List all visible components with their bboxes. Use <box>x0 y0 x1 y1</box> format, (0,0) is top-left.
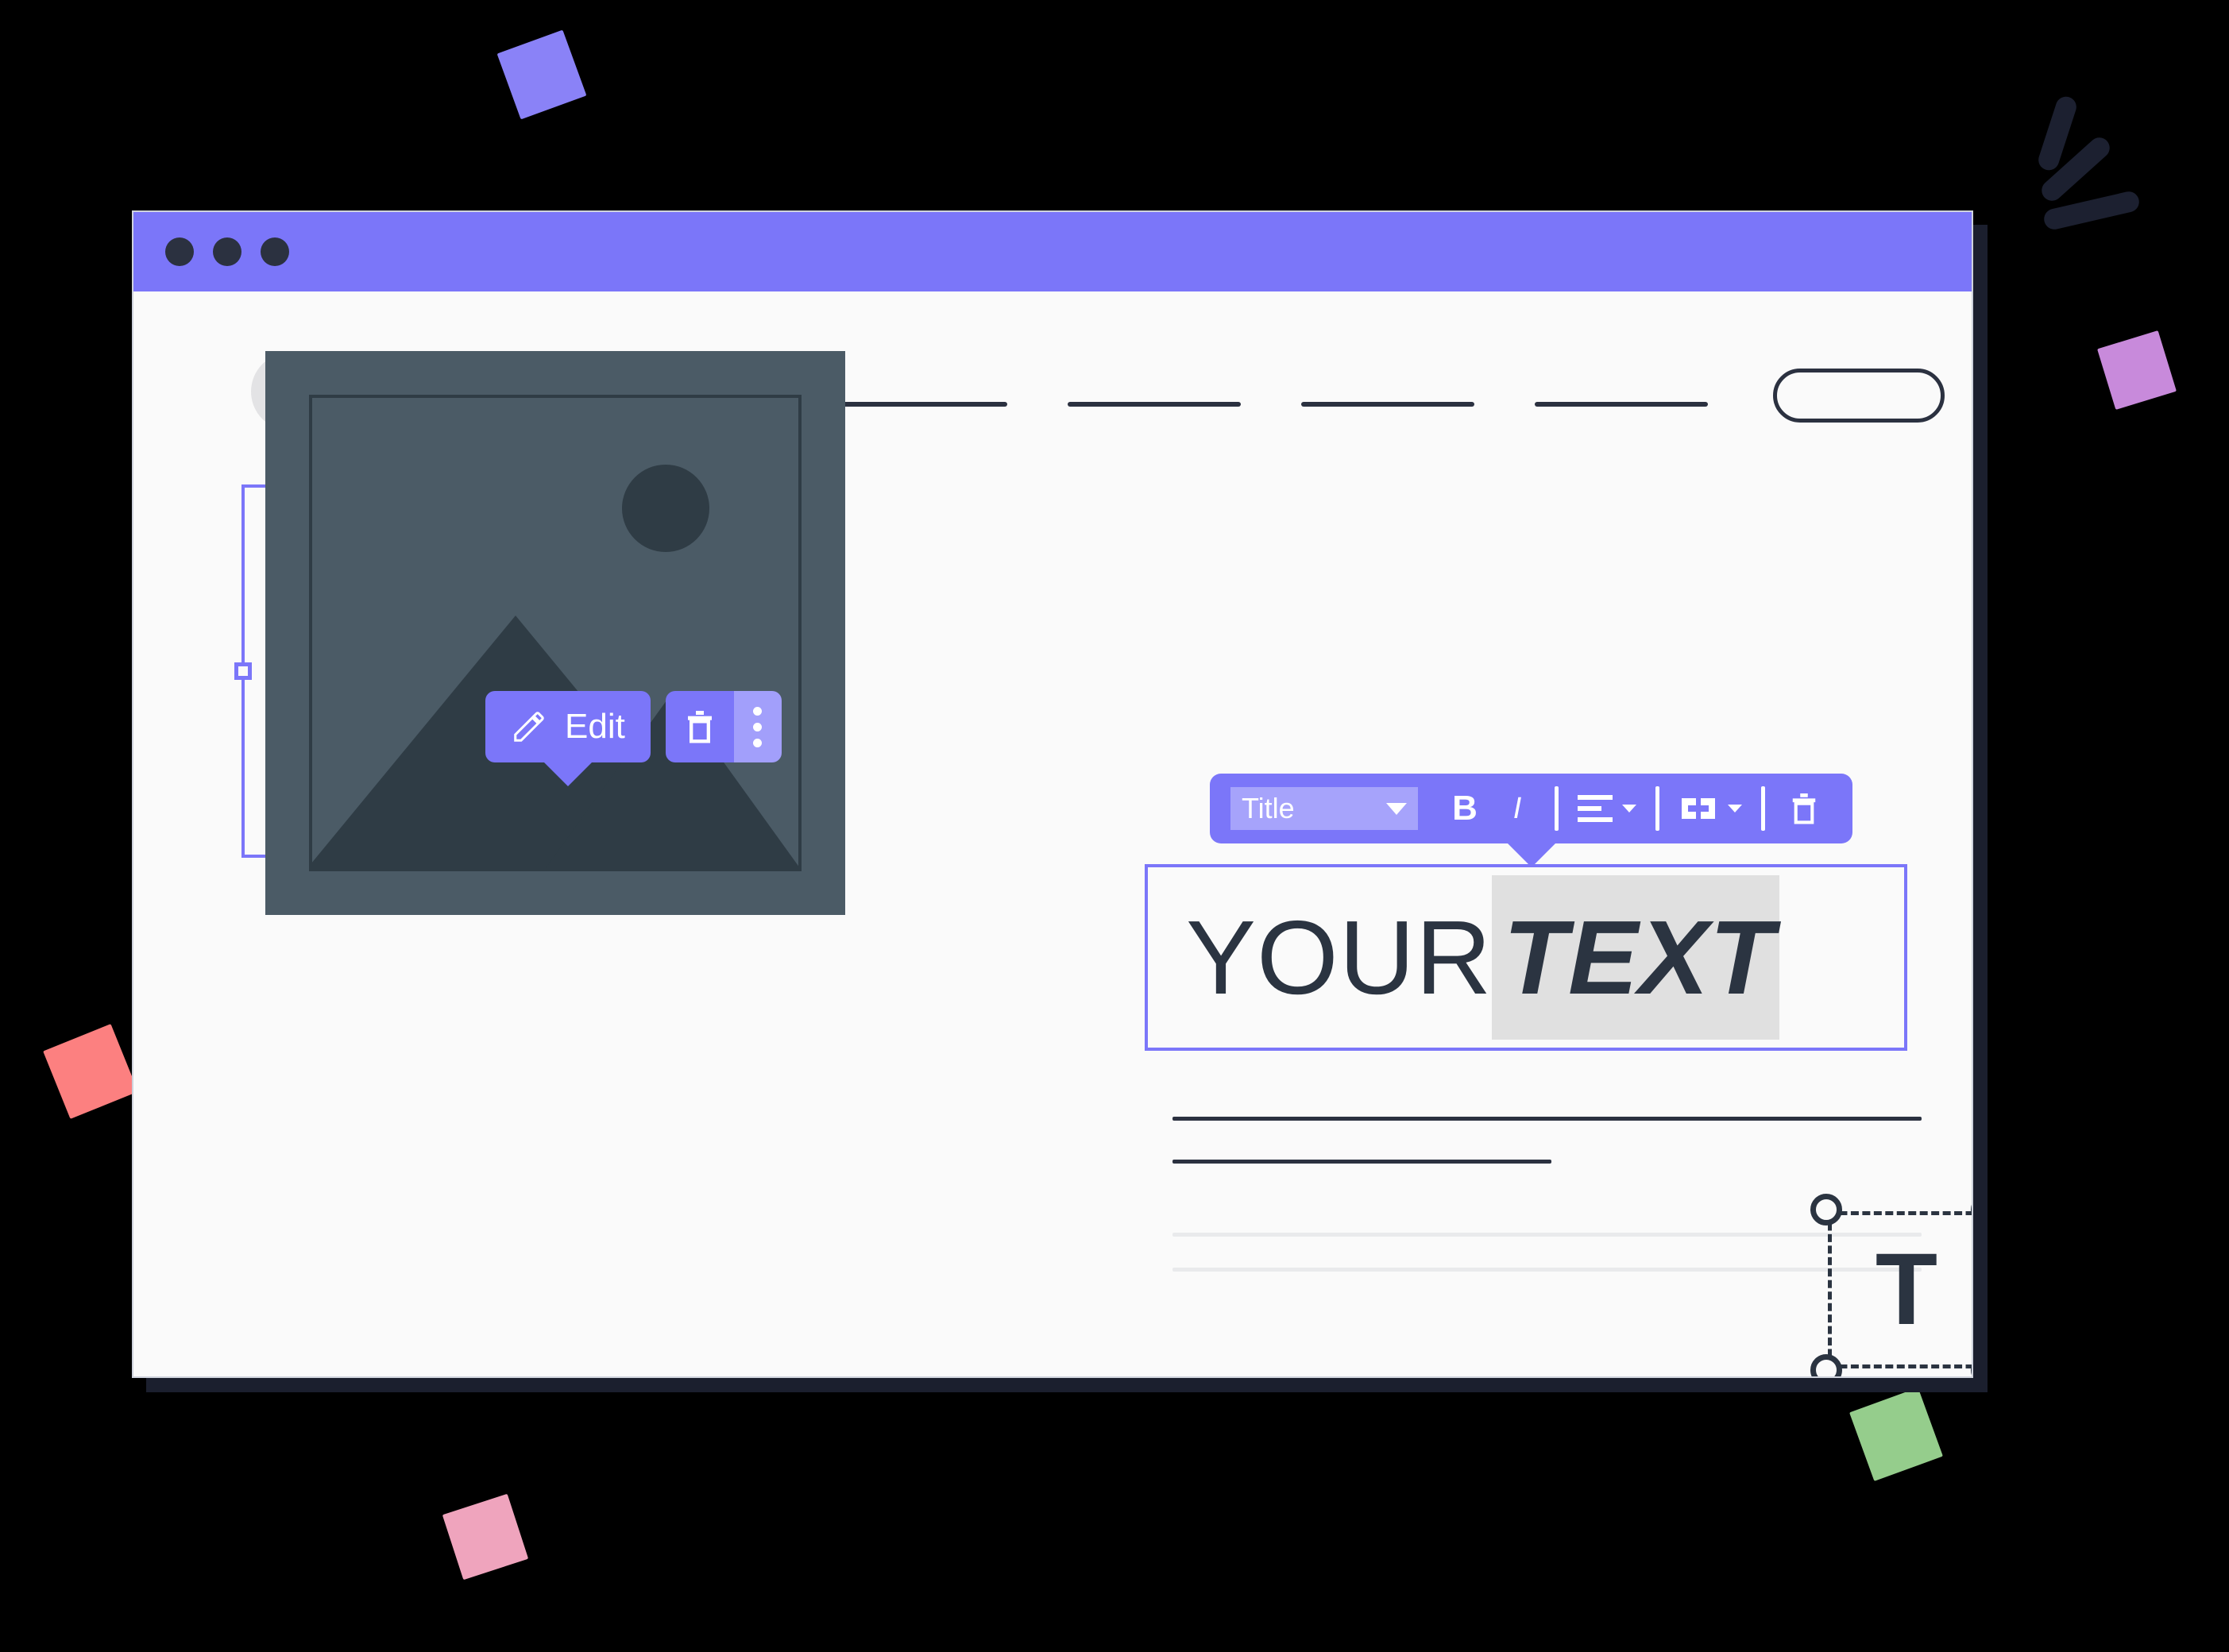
body-line-3 <box>1172 1233 1922 1237</box>
trash-icon <box>687 711 712 743</box>
kebab-menu-icon <box>753 722 763 731</box>
edit-button-label: Edit <box>565 707 625 746</box>
confetti-salmon-left <box>43 1024 138 1119</box>
chevron-down-icon <box>1386 802 1407 815</box>
align-left-icon <box>1578 795 1613 822</box>
headline-plain-part: YOUR <box>1186 898 1493 1016</box>
window-dot-minimize-icon[interactable] <box>213 237 241 266</box>
text-selection-frame[interactable]: YOUR TEXT <box>1145 864 1907 1051</box>
bold-button[interactable]: B <box>1439 789 1491 828</box>
image-delete-button[interactable] <box>665 691 734 762</box>
link-icon <box>1682 798 1715 819</box>
toolbar-divider <box>1655 786 1659 831</box>
text-delete-button[interactable] <box>1776 791 1832 826</box>
kebab-menu-icon <box>753 706 763 716</box>
italic-icon: I <box>1512 791 1522 825</box>
edit-button[interactable]: Edit <box>485 691 651 786</box>
text-tool-icon: T <box>1875 1233 1938 1346</box>
kebab-menu-icon <box>753 738 763 747</box>
toolbar-divider <box>1761 786 1765 831</box>
canvas-background: Edit Title B I YOUR TEXT T <box>0 0 2229 1652</box>
window-dot-maximize-icon[interactable] <box>261 237 289 266</box>
bold-icon: B <box>1452 789 1478 828</box>
text-context-toolbar: Title B I <box>1210 774 1852 867</box>
edit-tooltip-tail <box>542 761 593 786</box>
link-button[interactable] <box>1671 795 1750 822</box>
italic-button[interactable]: I <box>1491 792 1543 826</box>
image-context-toolbar: Edit <box>485 691 782 786</box>
toolbar-divider <box>1555 786 1559 831</box>
handle-top-left[interactable] <box>1810 1194 1842 1225</box>
window-dot-close-icon[interactable] <box>165 237 194 266</box>
text-style-select[interactable]: Title <box>1230 787 1418 830</box>
chevron-down-icon <box>1728 805 1742 812</box>
header-cta-button[interactable] <box>1773 369 1945 423</box>
image-placeholder-inner-frame <box>309 395 802 871</box>
body-line-1 <box>1172 1117 1922 1121</box>
chevron-down-icon <box>1622 805 1636 812</box>
nav-line-2[interactable] <box>1068 402 1241 407</box>
sun-icon <box>622 465 709 552</box>
image-more-button[interactable] <box>733 691 782 762</box>
pencil-icon <box>514 712 544 742</box>
body-line-2 <box>1172 1160 1551 1164</box>
headline-selected-part: TEXT <box>1492 874 1779 1040</box>
confetti-purple-top <box>496 29 587 120</box>
align-button[interactable] <box>1570 795 1644 822</box>
confetti-pink-bottom <box>442 1493 529 1581</box>
trash-icon <box>1792 793 1816 824</box>
confetti-orchid-right <box>2097 330 2177 410</box>
text-box-widget[interactable]: T <box>1810 1194 1972 1376</box>
window-titlebar <box>133 212 1972 291</box>
image-placeholder-icon[interactable] <box>265 351 845 915</box>
body-line-4 <box>1172 1268 1922 1272</box>
image-delete-group <box>665 691 782 762</box>
browser-window: Edit Title B I YOUR TEXT T <box>132 210 1973 1378</box>
confetti-green-right <box>1849 1388 1943 1481</box>
headline-text: YOUR TEXT <box>1186 874 1779 1040</box>
nav-line-1[interactable] <box>834 402 1007 407</box>
handle-left[interactable] <box>234 662 252 680</box>
nav-line-3[interactable] <box>1301 402 1474 407</box>
text-style-select-value: Title <box>1242 792 1295 824</box>
nav-line-4[interactable] <box>1535 402 1708 407</box>
